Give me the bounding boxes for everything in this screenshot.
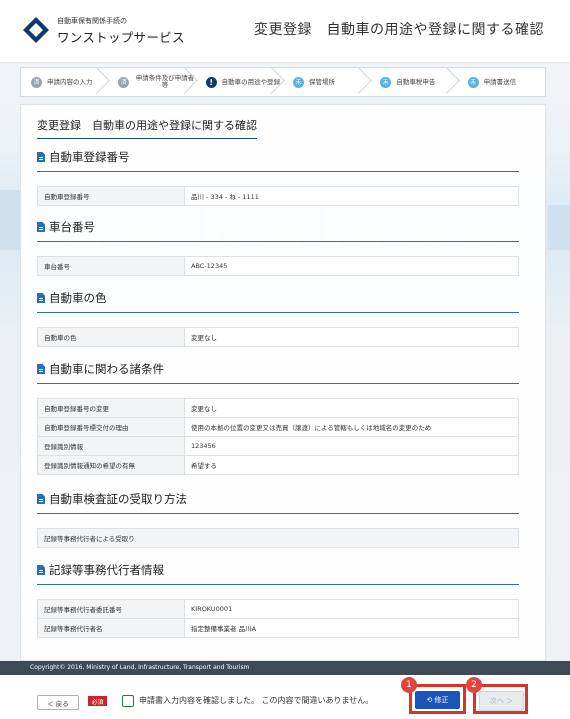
required-badge: 必須	[88, 696, 107, 706]
document-icon	[37, 494, 45, 504]
section-title: 自動車検査証の受取り方法	[49, 492, 187, 506]
panel-title: 変更登録 自動車の用途や登録に関する確認	[37, 117, 257, 139]
table-row: 車台番号 ABC-12345	[37, 256, 519, 276]
section-registration-number: 自動車登録番号 自動車登録番号 品川 - 334 - ね - 1111	[37, 149, 519, 206]
document-icon	[37, 565, 45, 575]
table-row: 自動車登録番号 品川 - 334 - ね - 1111	[37, 186, 519, 206]
section-heading: 記録等事務代行者情報	[37, 562, 519, 585]
section-chassis-number: 車台番号 車台番号 ABC-12345	[37, 219, 519, 276]
step-label: 保管場所	[308, 77, 335, 86]
row-label: 登録識別情報通知の希望の有無	[37, 455, 185, 475]
table-row: 自動車の色 変更なし	[37, 327, 519, 347]
section-title: 車台番号	[49, 220, 95, 234]
row-value: 記録等事務代行者による受取り	[37, 528, 519, 548]
step-pending-icon: 未	[380, 76, 392, 88]
step-pending-icon: 未	[292, 76, 304, 88]
section-certificate-receipt: 自動車検査証の受取り方法 記録等事務代行者による受取り	[37, 491, 519, 548]
info-table: 自動車の色 変更なし	[37, 327, 519, 347]
step-storage: 未 保管場所	[283, 68, 370, 96]
row-value: 指定整備事業者 品川A	[184, 618, 519, 638]
step-label: 自動車の用途や登録	[221, 77, 281, 86]
row-value: KIROKU0001	[184, 599, 519, 619]
info-table: 記録等事務代行者による受取り	[37, 528, 519, 548]
table-row: 記録等事務代行者による受取り	[37, 528, 519, 548]
info-table: 自動車登録番号 品川 - 334 - ね - 1111	[37, 186, 519, 206]
row-value: 変更なし	[184, 327, 519, 347]
step-current-icon: !	[205, 76, 217, 88]
table-row: 登録識別情報 123456	[37, 436, 519, 456]
row-value: ABC-12345	[184, 256, 519, 276]
info-table: 記録等事務代行者委託番号 KIROKU0001 記録等事務代行者名 指定整備事業者 …	[37, 599, 519, 638]
step-usage: ! 自動車の用途や登録	[196, 68, 283, 96]
logo-title: ワンストップサービス	[57, 30, 185, 45]
confirm-checkbox[interactable]	[122, 695, 134, 707]
row-label: 登録識別情報	[37, 436, 185, 456]
page-title: 変更登録 自動車の用途や登録に関する確認	[254, 22, 544, 38]
section-heading: 自動車の色	[37, 290, 519, 313]
row-label: 記録等事務代行者委託番号	[37, 599, 185, 619]
step-done-icon: 済	[31, 76, 42, 88]
info-table: 車台番号 ABC-12345	[37, 256, 519, 276]
row-value: 123456	[184, 436, 519, 456]
section-title: 自動車に関わる諸条件	[49, 362, 164, 376]
row-label: 自動車登録番号	[37, 186, 185, 206]
section-title: 記録等事務代行者情報	[49, 563, 164, 577]
row-value: 使用の本拠の位置の変更又は売買（譲渡）による管轄もしくは地域名の変更のため	[184, 417, 519, 437]
table-row: 記録等事務代行者名 指定整備事業者 品川A	[37, 618, 519, 638]
table-row: 登録識別情報通知の希望の有無 希望する	[37, 455, 519, 475]
logo-subtitle: 自動車保有関係手続の	[57, 17, 127, 25]
step-label: 申請書送信	[483, 77, 517, 86]
table-row: 自動車登録番号の変更 変更なし	[37, 398, 519, 418]
section-heading: 自動車に関わる諸条件	[37, 361, 519, 384]
document-icon	[37, 364, 45, 374]
row-label: 車台番号	[37, 256, 185, 276]
row-value: 品川 - 334 - ね - 1111	[184, 186, 519, 206]
step-label: 自動車税申告	[396, 77, 436, 86]
step-send: 未 申請書送信	[458, 68, 545, 96]
section-conditions: 自動車に関わる諸条件 自動車登録番号の変更 変更なし 自動車登録番号標交付の理由使…	[37, 361, 519, 475]
section-heading: 自動車検査証の受取り方法	[37, 491, 519, 514]
confirmation-panel: 変更登録 自動車の用途や登録に関する確認 自動車登録番号 自動車登録番号 品川 -…	[20, 104, 546, 661]
confirm-label: 申請書入力内容を確認しました。 この内容で間違いありません。	[139, 696, 374, 705]
logo-diamond-icon	[23, 17, 49, 43]
step-pending-icon: 未	[467, 76, 479, 88]
progress-steps: 済 申請内容の入力 済 申請条件及び申請者等 ! 自動車の用途や登録 未 保管場…	[20, 67, 546, 97]
row-label: 記録等事務代行者名	[37, 618, 185, 638]
site-header: 自動車保有関係手続の ワンストップサービス 変更登録 自動車の用途や登録に関する…	[0, 0, 570, 63]
copyright-footer: Copyright© 2016, Ministry of Land, Infra…	[0, 661, 570, 675]
section-heading: 自動車登録番号	[37, 149, 519, 172]
table-row: 自動車登録番号標交付の理由 使用の本拠の位置の変更又は売買（譲渡）による管轄もしく…	[37, 417, 519, 437]
step-label: 申請内容の入力	[47, 77, 93, 86]
section-title: 自動車登録番号	[49, 150, 130, 164]
document-icon	[37, 293, 45, 303]
row-label: 自動車登録番号の変更	[37, 398, 185, 418]
section-agent-info: 記録等事務代行者情報 記録等事務代行者委託番号 KIROKU0001 記録等事務代…	[37, 562, 519, 638]
step-conditions: 済 申請条件及び申請者等	[108, 68, 195, 96]
section-vehicle-color: 自動車の色 自動車の色 変更なし	[37, 290, 519, 347]
next-button-highlight	[473, 684, 528, 714]
annotation-badge-1: 1	[401, 677, 417, 693]
action-bar: ＜ 戻る 必須 申請書入力内容を確認しました。 この内容で間違いありません。 ⟲…	[0, 675, 570, 719]
document-icon	[37, 152, 45, 162]
row-value: 希望する	[184, 455, 519, 475]
annotation-badge-2: 2	[466, 677, 482, 693]
info-table: 自動車登録番号の変更 変更なし 自動車登録番号標交付の理由 使用の本拠の位置の変更又…	[37, 398, 519, 475]
step-input: 済 申請内容の入力	[21, 68, 108, 96]
section-title: 自動車の色	[49, 291, 107, 305]
document-icon	[37, 222, 45, 232]
step-done-icon: 済	[118, 76, 130, 88]
row-label: 自動車の色	[37, 327, 185, 347]
row-label: 自動車登録番号標交付の理由	[37, 417, 185, 437]
table-row: 記録等事務代行者委託番号 KIROKU0001	[37, 599, 519, 619]
step-tax: 未 自動車税申告	[370, 68, 457, 96]
section-heading: 車台番号	[37, 219, 519, 242]
edit-button-highlight	[409, 684, 466, 714]
step-label: 申請条件及び申請者等	[135, 74, 195, 89]
back-button[interactable]: ＜ 戻る	[37, 695, 79, 710]
row-value: 変更なし	[184, 398, 519, 418]
